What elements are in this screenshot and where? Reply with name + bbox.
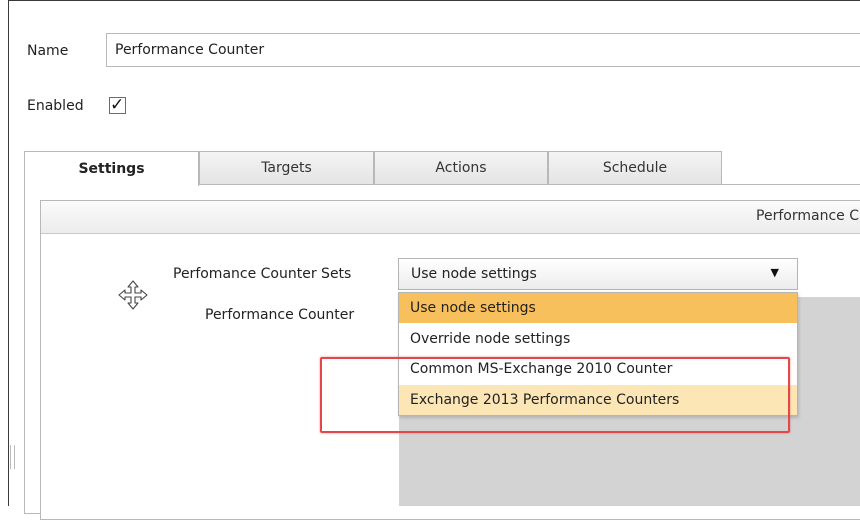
panel-header: Performance C [41, 201, 860, 234]
counter-label: Performance Counter [205, 307, 355, 323]
move-icon[interactable] [118, 280, 148, 310]
highlight-annotation [320, 357, 790, 433]
chevron-down-icon[interactable]: ▼ [771, 266, 779, 279]
tab-actions[interactable]: Actions [374, 151, 548, 184]
enabled-checkbox[interactable]: ✓ [109, 95, 126, 115]
counter-sets-label: Perfomance Counter Sets [173, 266, 352, 282]
tab-schedule[interactable]: Schedule [548, 151, 722, 184]
name-input[interactable] [106, 33, 860, 67]
enabled-label: Enabled [27, 98, 84, 114]
check-mark-icon: ✓ [110, 95, 125, 115]
panel-title: Performance C [756, 208, 859, 224]
resize-grip[interactable] [10, 445, 15, 469]
name-label: Name [27, 43, 69, 59]
tab-targets[interactable]: Targets [199, 151, 374, 184]
tab-settings[interactable]: Settings [24, 151, 199, 186]
option-override-node-settings[interactable]: Override node settings [399, 324, 797, 354]
counter-sets-select[interactable]: Use node settings ▼ [398, 258, 798, 290]
select-value: Use node settings [411, 266, 537, 282]
option-use-node-settings[interactable]: Use node settings [399, 293, 797, 323]
